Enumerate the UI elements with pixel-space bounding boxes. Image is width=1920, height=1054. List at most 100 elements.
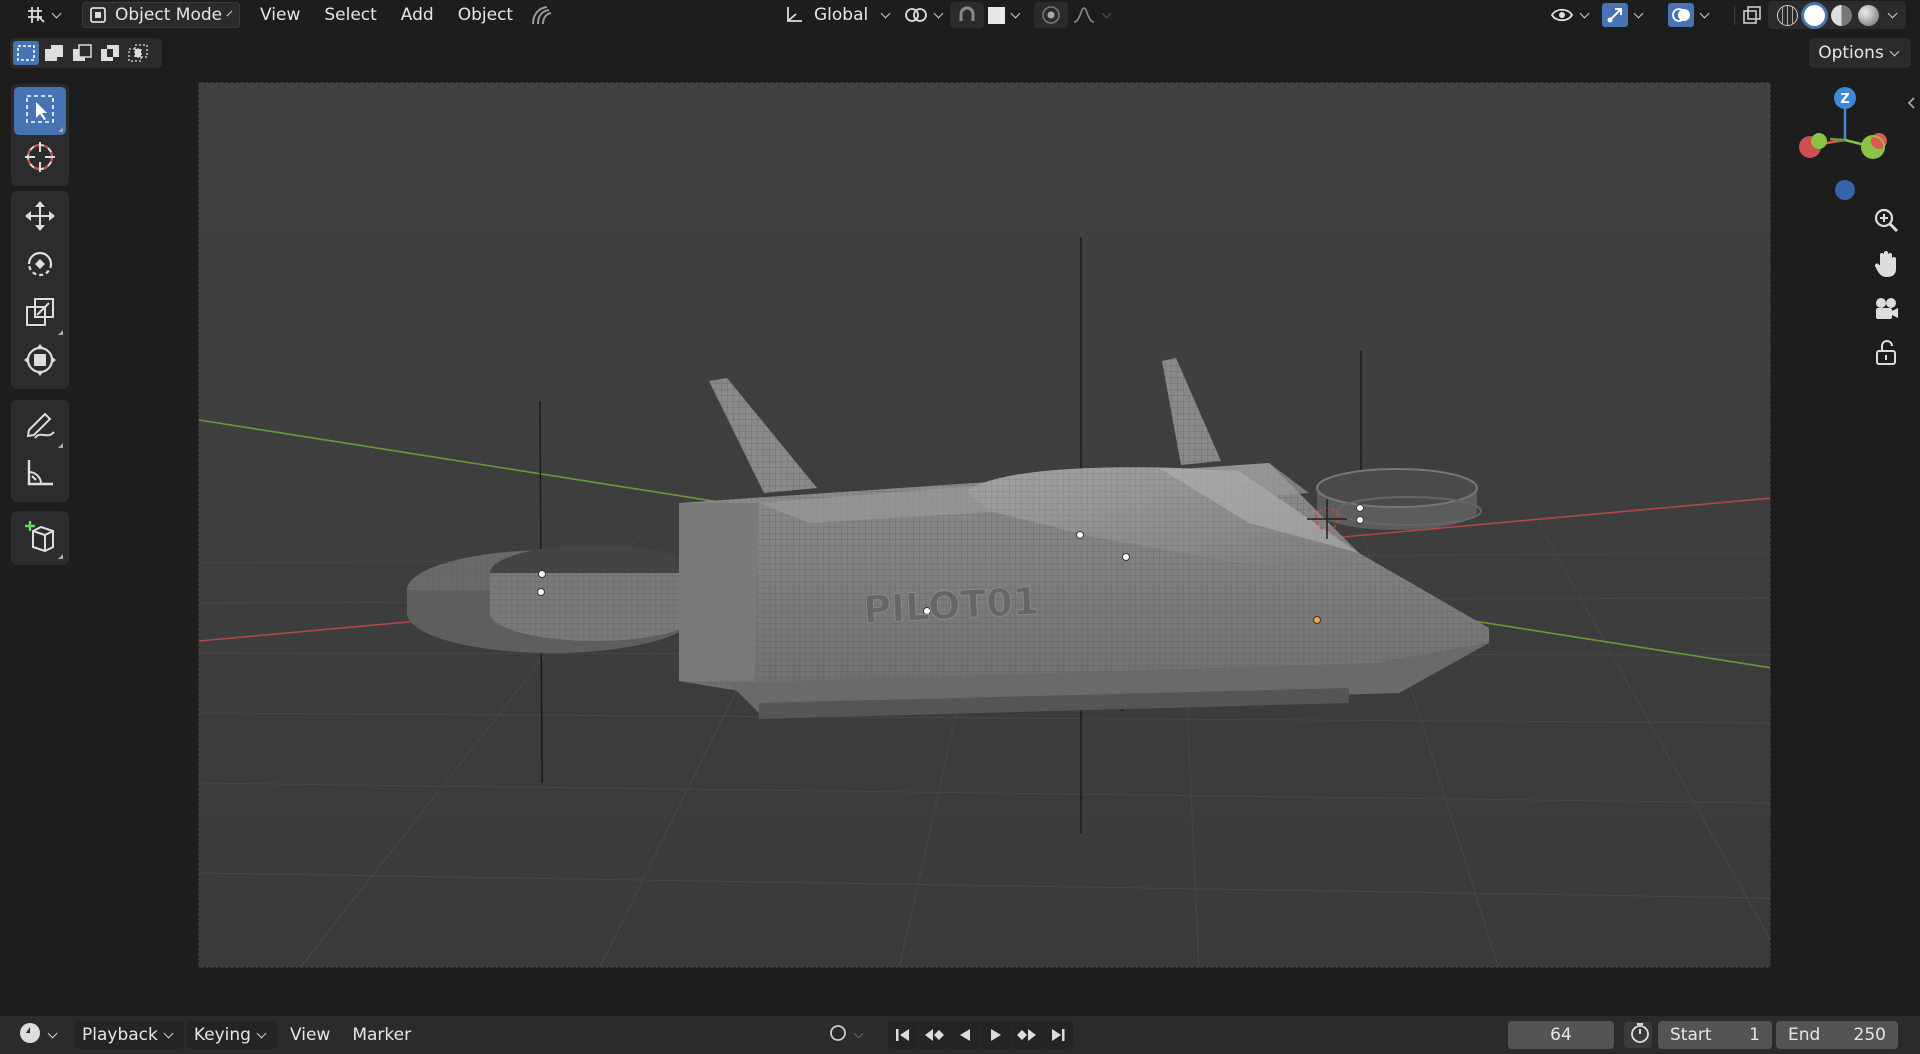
chevron-down-icon (163, 1028, 174, 1038)
viewport-header: Object Mode View Select Add Object Globa… (0, 0, 1920, 30)
pivot-dropdown[interactable] (898, 2, 952, 28)
pan-button[interactable] (1864, 246, 1908, 286)
play-button[interactable] (981, 1021, 1011, 1049)
select-extend-icon[interactable] (41, 41, 67, 65)
auto-keying-toggle[interactable] (822, 1022, 872, 1048)
magnet-icon (956, 5, 978, 25)
solid-shading-icon[interactable] (1804, 4, 1825, 26)
visibility-dropdown[interactable] (1544, 2, 1598, 28)
3d-viewport[interactable]: PILOT01 (198, 82, 1771, 968)
navigation-gizmo[interactable]: Z (1786, 84, 1896, 204)
rendered-shading-icon[interactable] (1858, 4, 1879, 26)
start-label: Start (1670, 1025, 1712, 1045)
timeline-header: Playback Keying View Marker 64 Start 1 E… (0, 1016, 1920, 1054)
right-rotor (1316, 468, 1482, 530)
clock-icon (18, 1021, 42, 1050)
options-dropdown[interactable]: Options (1809, 38, 1911, 68)
timeline-view-menu[interactable]: View (279, 1025, 341, 1045)
transform-tool[interactable] (14, 338, 66, 386)
toolbar-select-group (11, 84, 69, 186)
preview-range-toggle[interactable] (1624, 1022, 1652, 1048)
unlock-icon (1874, 338, 1898, 370)
gesture-icon[interactable] (529, 4, 555, 26)
cursor-icon (23, 140, 57, 178)
select-intersect-icon[interactable] (125, 41, 151, 65)
start-value: 1 (1749, 1025, 1760, 1045)
sidebar-toggle-icon[interactable] (1906, 96, 1916, 110)
jump-end-icon (1052, 1029, 1065, 1041)
select-subtract-icon[interactable] (69, 41, 95, 65)
keyframe-back-icon (925, 1029, 944, 1041)
scale-tool[interactable] (14, 290, 66, 338)
menu-view[interactable]: View (248, 2, 312, 28)
snap-toggle[interactable] (950, 2, 984, 28)
chevron-down-icon (226, 10, 233, 16)
gizmo-z-label: Z (1840, 92, 1849, 107)
keying-menu[interactable]: Keying (185, 1021, 277, 1049)
menu-object[interactable]: Object (446, 2, 525, 28)
current-frame-value: 64 (1550, 1025, 1572, 1045)
proportional-editing-toggle[interactable] (1034, 2, 1068, 28)
add-cube-tool[interactable] (14, 514, 66, 562)
timeline-editor-type[interactable] (12, 1022, 66, 1048)
playback-menu[interactable]: Playback (74, 1021, 184, 1049)
menu-select[interactable]: Select (312, 2, 388, 28)
object-mode-icon (89, 6, 107, 24)
zoom-button[interactable] (1864, 202, 1908, 242)
chevron-down-icon (256, 1028, 267, 1038)
playback-controls (888, 1021, 1074, 1049)
gizmo-toggle[interactable] (1596, 2, 1652, 28)
rotate-tool[interactable] (14, 242, 66, 290)
gizmo-icon (1602, 3, 1628, 27)
annotate-tool[interactable] (14, 403, 66, 451)
chevron-down-icon (1699, 8, 1710, 18)
lock-view-button[interactable] (1864, 334, 1908, 374)
select-new-icon[interactable] (13, 41, 39, 65)
cursor-tool[interactable] (14, 135, 66, 183)
toolbar-transform-group (11, 191, 69, 389)
snap-target-dropdown[interactable] (982, 2, 1029, 28)
measure-tool[interactable] (14, 451, 66, 499)
play-reverse-button[interactable] (950, 1021, 980, 1049)
jump-end-button[interactable] (1043, 1021, 1073, 1049)
scale-icon (23, 295, 57, 333)
jump-start-button[interactable] (888, 1021, 918, 1049)
falloff-dropdown[interactable] (1066, 2, 1120, 28)
current-frame-field[interactable]: 64 (1508, 1021, 1614, 1049)
material-preview-icon[interactable] (1831, 4, 1852, 26)
camera-icon (1872, 296, 1900, 326)
chevron-down-icon (880, 8, 891, 18)
xray-toggle[interactable] (1736, 2, 1768, 28)
keying-label: Keying (193, 1025, 251, 1045)
overlays-toggle[interactable] (1662, 2, 1718, 28)
falloff-curve-icon (1072, 5, 1096, 25)
jump-keyframe-forward-button[interactable] (1012, 1021, 1042, 1049)
pencil-icon (23, 408, 57, 446)
chevron-down-icon[interactable] (1887, 8, 1898, 18)
editor-type-button[interactable] (18, 2, 70, 28)
select-difference-icon[interactable] (97, 41, 123, 65)
tool-settings-bar: Options (0, 34, 1920, 70)
menu-add[interactable]: Add (389, 2, 446, 28)
select-box-icon (24, 93, 56, 129)
orientation-dropdown[interactable]: Global (778, 2, 899, 28)
move-tool[interactable] (14, 194, 66, 242)
start-frame-field[interactable]: Start 1 (1658, 1021, 1772, 1049)
jump-keyframe-back-button[interactable] (919, 1021, 949, 1049)
chevron-down-icon (1633, 8, 1644, 18)
select-box-tool[interactable] (14, 87, 66, 135)
timeline-marker-menu[interactable]: Marker (341, 1025, 422, 1045)
camera-view-button[interactable] (1864, 291, 1908, 331)
mode-dropdown[interactable]: Object Mode (82, 2, 240, 28)
transform-icon (23, 343, 57, 381)
chevron-down-icon (853, 1028, 864, 1038)
header-menu: View Select Add Object (248, 2, 525, 28)
end-frame-field[interactable]: End 250 (1776, 1021, 1898, 1049)
ruler-icon (23, 456, 57, 494)
move-icon (23, 199, 57, 237)
jump-start-icon (896, 1029, 909, 1041)
toolbar-add-group (11, 511, 69, 565)
rotate-icon (23, 247, 57, 285)
chevron-down-icon (47, 1028, 58, 1038)
wireframe-shading-icon[interactable] (1777, 4, 1798, 26)
